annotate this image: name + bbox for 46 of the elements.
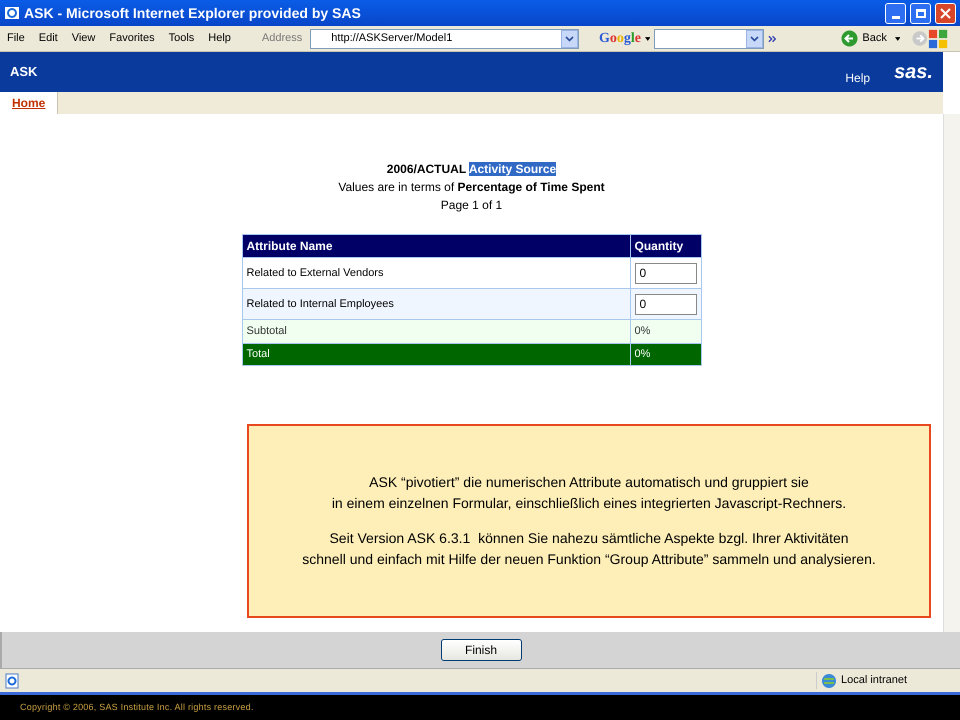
home-tab[interactable]: Home xyxy=(0,92,58,114)
chevron-right-icon xyxy=(768,34,778,42)
address-value: http://ASKServer/Model1 xyxy=(331,31,452,46)
windows-flag-icon xyxy=(928,28,948,50)
globe-icon xyxy=(821,672,837,688)
zone-label: Local intranet xyxy=(841,673,908,688)
dropdown-button[interactable] xyxy=(746,30,764,48)
help-link[interactable]: Help xyxy=(845,69,870,87)
close-button[interactable] xyxy=(935,2,956,24)
maximize-button[interactable] xyxy=(910,2,931,24)
quantity-input[interactable]: 0 xyxy=(634,262,696,284)
report-title: 2006/ACTUAL Activity Source xyxy=(386,161,556,178)
menu-item[interactable]: Favorites xyxy=(102,30,162,47)
app-title: ASK xyxy=(10,63,38,82)
callout-text: in einem einzelnen Formular, einschließlich eines integrierten Javascript-Rechners. xyxy=(332,494,846,513)
column-header: Attribute Name xyxy=(242,234,630,258)
menu-item[interactable]: Edit xyxy=(32,30,65,47)
address-label: Address xyxy=(262,31,302,46)
back-button[interactable]: Back xyxy=(841,30,887,47)
caret-icon[interactable] xyxy=(644,36,650,40)
menu-item[interactable]: File xyxy=(0,30,32,47)
dropdown-button[interactable] xyxy=(560,30,578,48)
table-cell: 0% xyxy=(634,348,650,360)
copyright-text: Copyright © 2006, SAS Institute Inc. All rights reserved. xyxy=(20,700,254,714)
minimize-button[interactable] xyxy=(885,2,906,24)
window-title: ASK - Microsoft Internet Explorer provided by SAS xyxy=(24,4,362,23)
chevron-down-icon xyxy=(750,36,760,42)
search-field[interactable] xyxy=(654,28,764,48)
address-field[interactable]: http://ASKServer/Model1 xyxy=(310,28,579,48)
callout-text: Seit Version ASK 6.3.1 können Sie nahezu sämtliche Aspekte bzgl. Ihrer Aktivitäten xyxy=(328,529,850,548)
table-cell: Total xyxy=(242,344,630,366)
report-subtitle: Values are in terms of Percentage of Time Spent xyxy=(338,179,605,196)
finish-button[interactable]: Finish xyxy=(440,639,522,661)
caret-icon[interactable] xyxy=(894,36,900,40)
menu-item[interactable]: Tools xyxy=(162,30,202,47)
page-indicator: Page 1 of 1 xyxy=(440,197,502,214)
menu-item[interactable]: Help xyxy=(201,30,238,47)
callout-text: ASK “pivotiert” die numerischen Attribute automatisch und gruppiert sie xyxy=(368,473,810,492)
brand-logo: sas. xyxy=(894,60,933,85)
google-label[interactable]: Google xyxy=(598,28,641,49)
menu-item[interactable]: View xyxy=(64,30,102,47)
quantity-input[interactable]: 0 xyxy=(634,294,696,314)
callout-text: schnell und einfach mit Hilfe der neuen Funktion “Group Attribute” sammeln und analysieren. xyxy=(302,550,876,569)
chevron-down-icon xyxy=(564,36,574,42)
table-cell: 0% xyxy=(634,325,650,338)
close-icon xyxy=(940,8,951,18)
